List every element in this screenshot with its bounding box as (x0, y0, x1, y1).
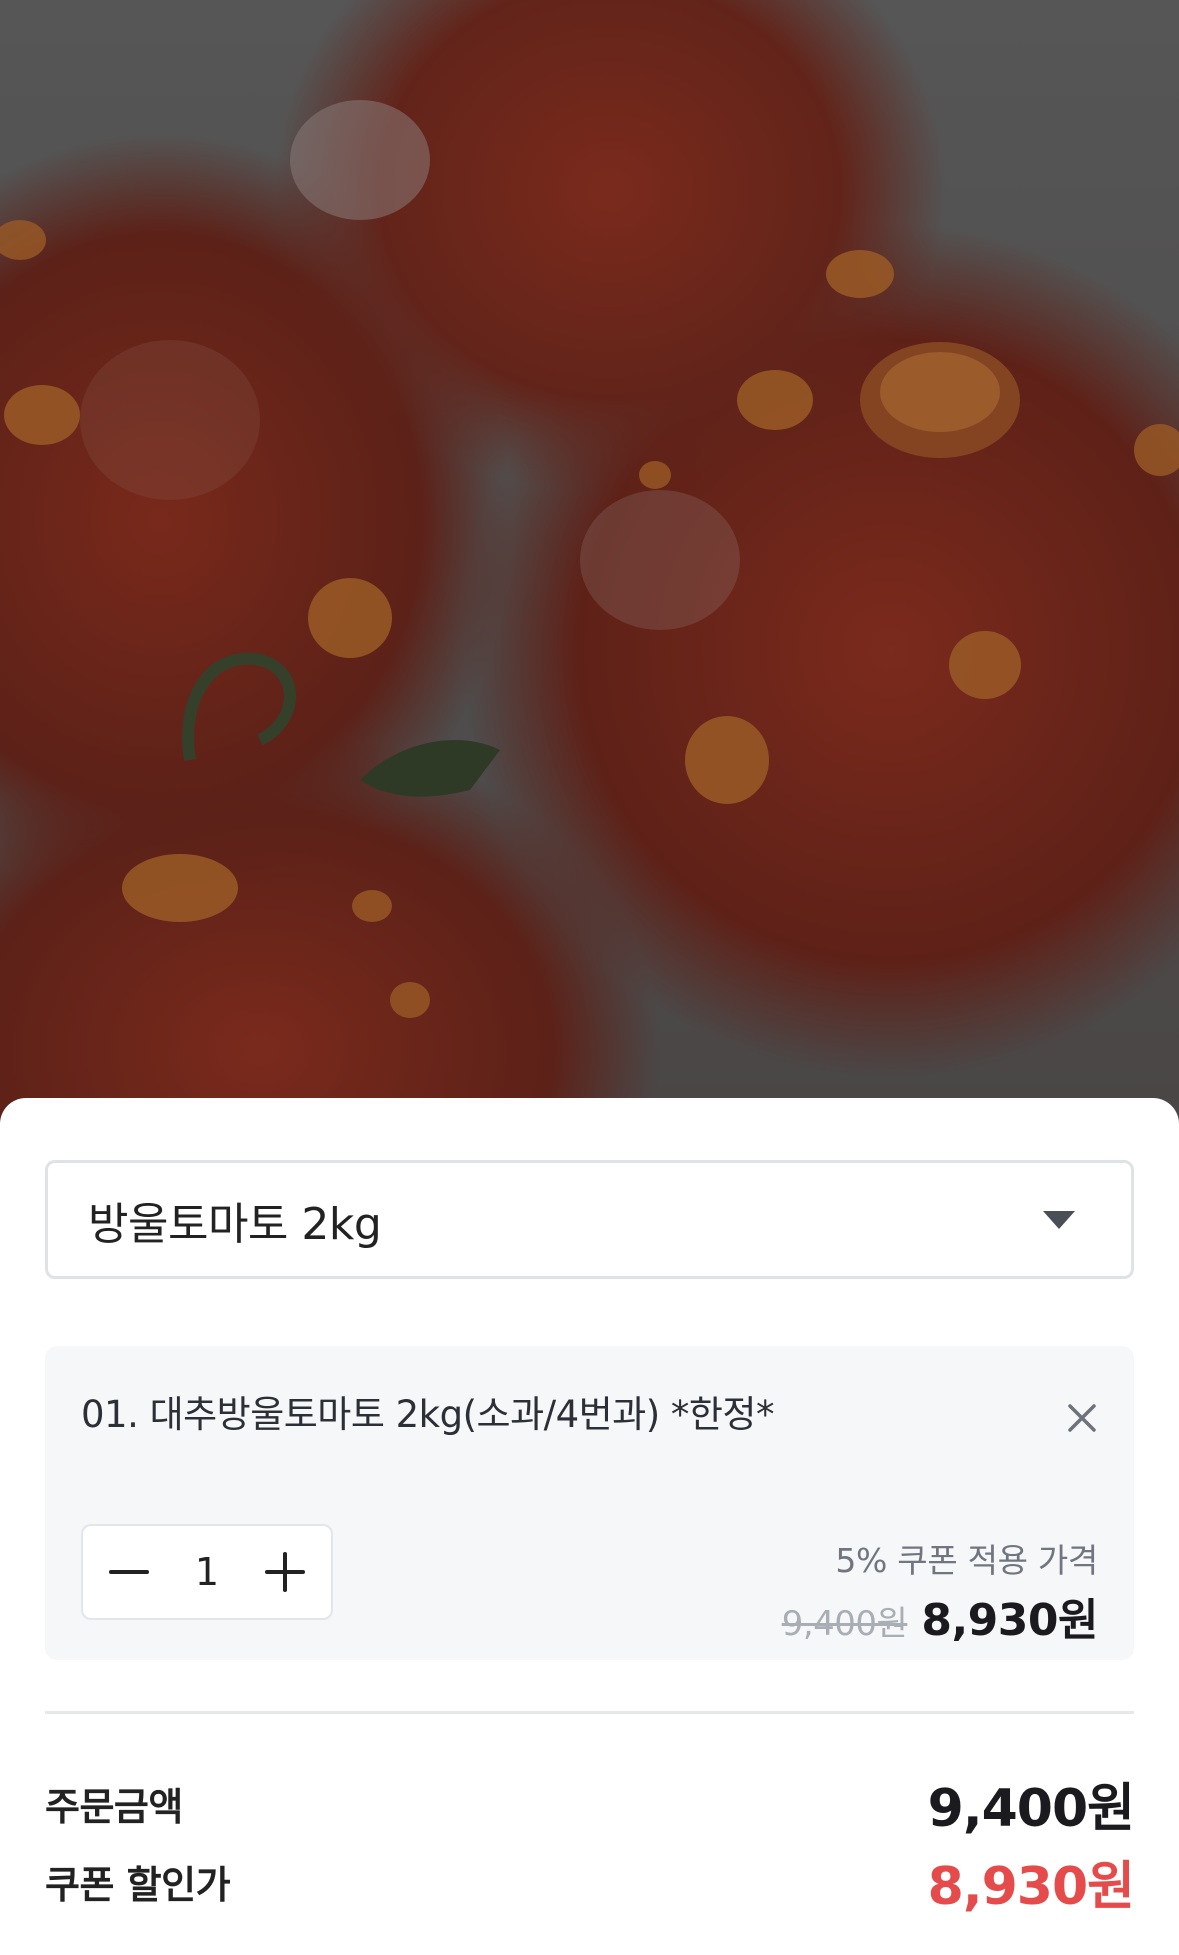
coupon-applied-note: 5% 쿠폰 적용 가격 (835, 1541, 1098, 1580)
option-dropdown[interactable]: 방울토마토 2kg (45, 1160, 1134, 1279)
order-amount-row: 주문금액 9,400원 (45, 1766, 1135, 1840)
selected-item-card: 01. 대추방울토마토 2kg(소과/4번과) *한정* 1 5% 쿠폰 적용 … (45, 1346, 1134, 1660)
selected-item-name: 01. 대추방울토마토 2kg(소과/4번과) *한정* (81, 1393, 774, 1436)
original-price: 9,400원 (781, 1604, 908, 1644)
option-dropdown-value: 방울토마토 2kg (88, 1198, 382, 1250)
divider (45, 1711, 1134, 1714)
quantity-stepper: 1 (81, 1524, 333, 1620)
product-photo (0, 0, 1179, 1130)
option-bottom-sheet: 방울토마토 2kg 01. 대추방울토마토 2kg(소과/4번과) *한정* 1… (0, 1098, 1179, 1955)
order-amount-value: 9,400원 (927, 1778, 1135, 1839)
discounted-price: 8,930원 (921, 1595, 1098, 1646)
coupon-price-row: 쿠폰 할인가 8,930원 (45, 1844, 1135, 1918)
item-price-row: 9,400원 8,930원 (781, 1584, 1099, 1648)
minus-icon[interactable] (99, 1542, 159, 1602)
coupon-price-label: 쿠폰 할인가 (45, 1862, 231, 1907)
plus-icon[interactable] (255, 1542, 315, 1602)
quantity-value[interactable]: 1 (167, 1550, 247, 1594)
caret-down-icon (1043, 1210, 1075, 1229)
order-amount-label: 주문금액 (45, 1784, 183, 1829)
close-icon[interactable] (1060, 1396, 1104, 1440)
coupon-price-value: 8,930원 (927, 1856, 1135, 1917)
tomato-photo-icon (0, 100, 1179, 1018)
